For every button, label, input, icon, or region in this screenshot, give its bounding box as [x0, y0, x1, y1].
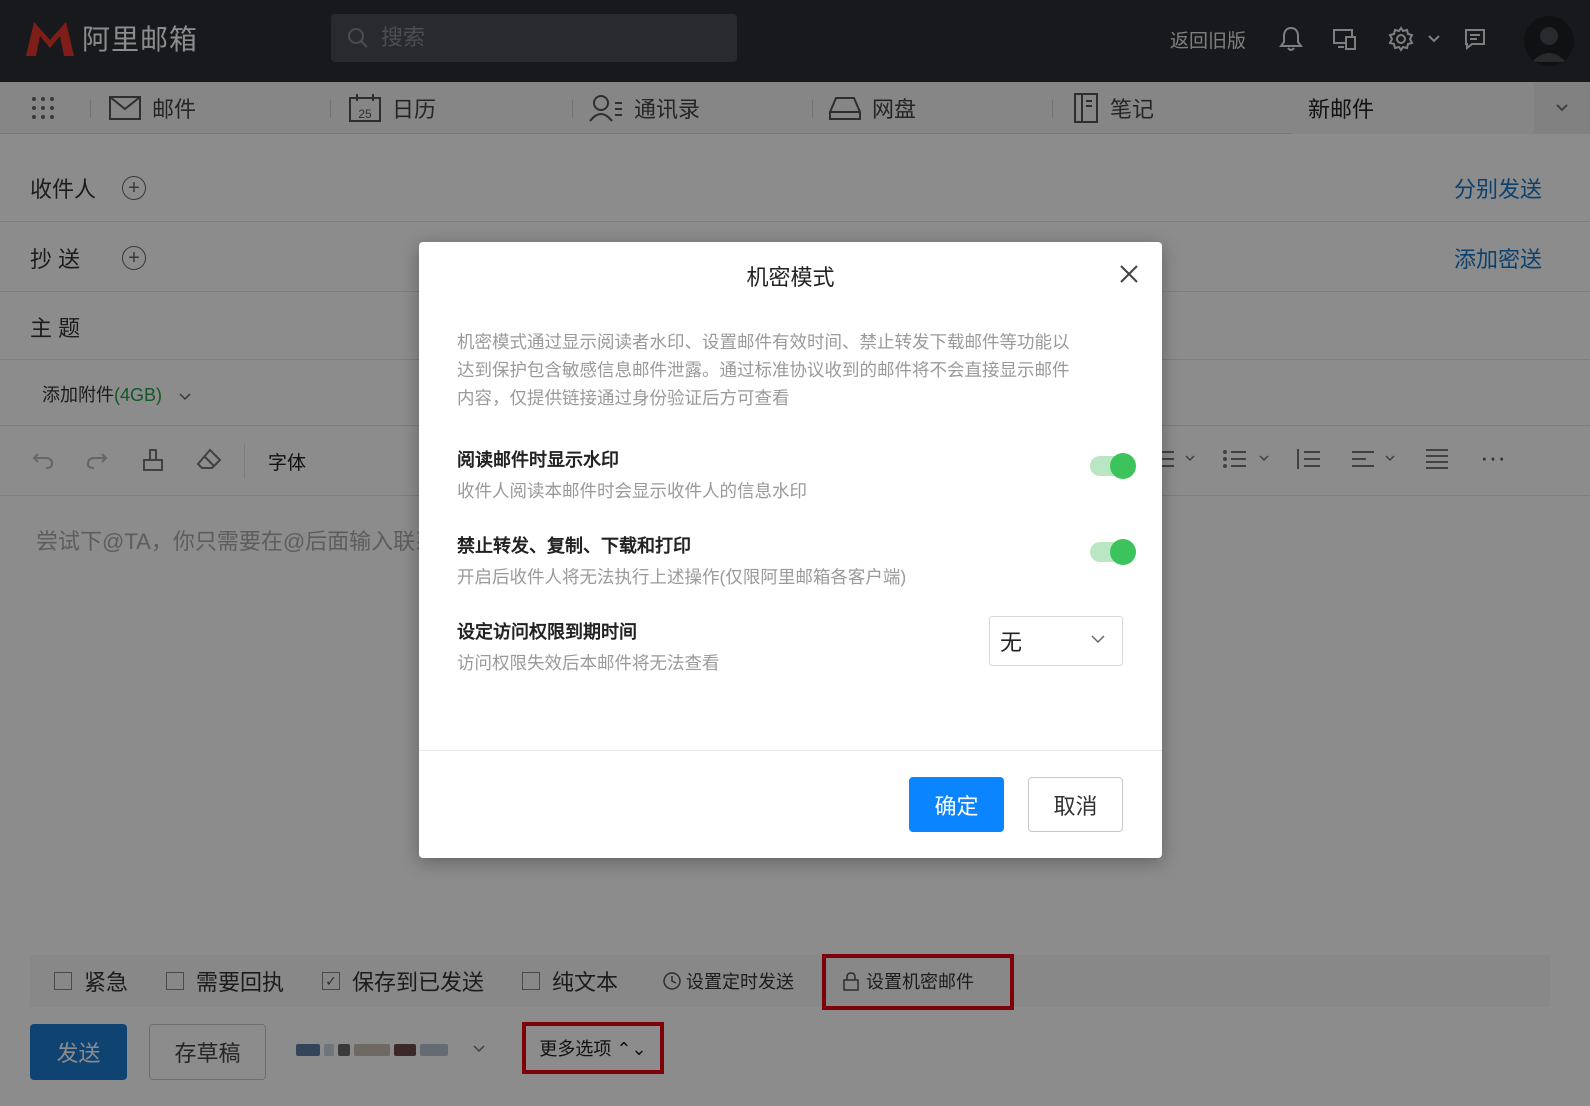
watermark-title: 阅读邮件时显示水印 — [457, 450, 619, 470]
dialog-divider — [419, 750, 1162, 751]
forbid-setting: 禁止转发、复制、下载和打印 开启后收件人将无法执行上述操作(仅限阿里邮箱各客户端… — [457, 532, 1137, 589]
forbid-title: 禁止转发、复制、下载和打印 — [457, 536, 691, 556]
watermark-setting: 阅读邮件时显示水印 收件人阅读本邮件时会显示收件人的信息水印 — [457, 446, 1137, 503]
dialog-description: 机密模式通过显示阅读者水印、设置邮件有效时间、禁止转发下载邮件等功能以达到保护包… — [457, 332, 1070, 408]
confidential-mode-dialog: 机密模式 机密模式通过显示阅读者水印、设置邮件有效时间、禁止转发下载邮件等功能以… — [419, 242, 1162, 858]
expire-time-select[interactable]: 无 — [989, 616, 1123, 666]
dialog-title: 机密模式 — [746, 265, 835, 290]
forbid-toggle[interactable] — [1090, 539, 1136, 565]
forbid-subtitle: 开启后收件人将无法执行上述操作(仅限阿里邮箱各客户端) — [457, 567, 907, 587]
chevron-down-icon — [1091, 635, 1105, 644]
close-icon[interactable] — [1115, 260, 1143, 288]
watermark-subtitle: 收件人阅读本邮件时会显示收件人的信息水印 — [457, 481, 807, 501]
watermark-toggle[interactable] — [1090, 453, 1136, 479]
expire-value: 无 — [1000, 630, 1023, 655]
confirm-button[interactable]: 确定 — [909, 777, 1004, 832]
cancel-button[interactable]: 取消 — [1028, 777, 1123, 832]
